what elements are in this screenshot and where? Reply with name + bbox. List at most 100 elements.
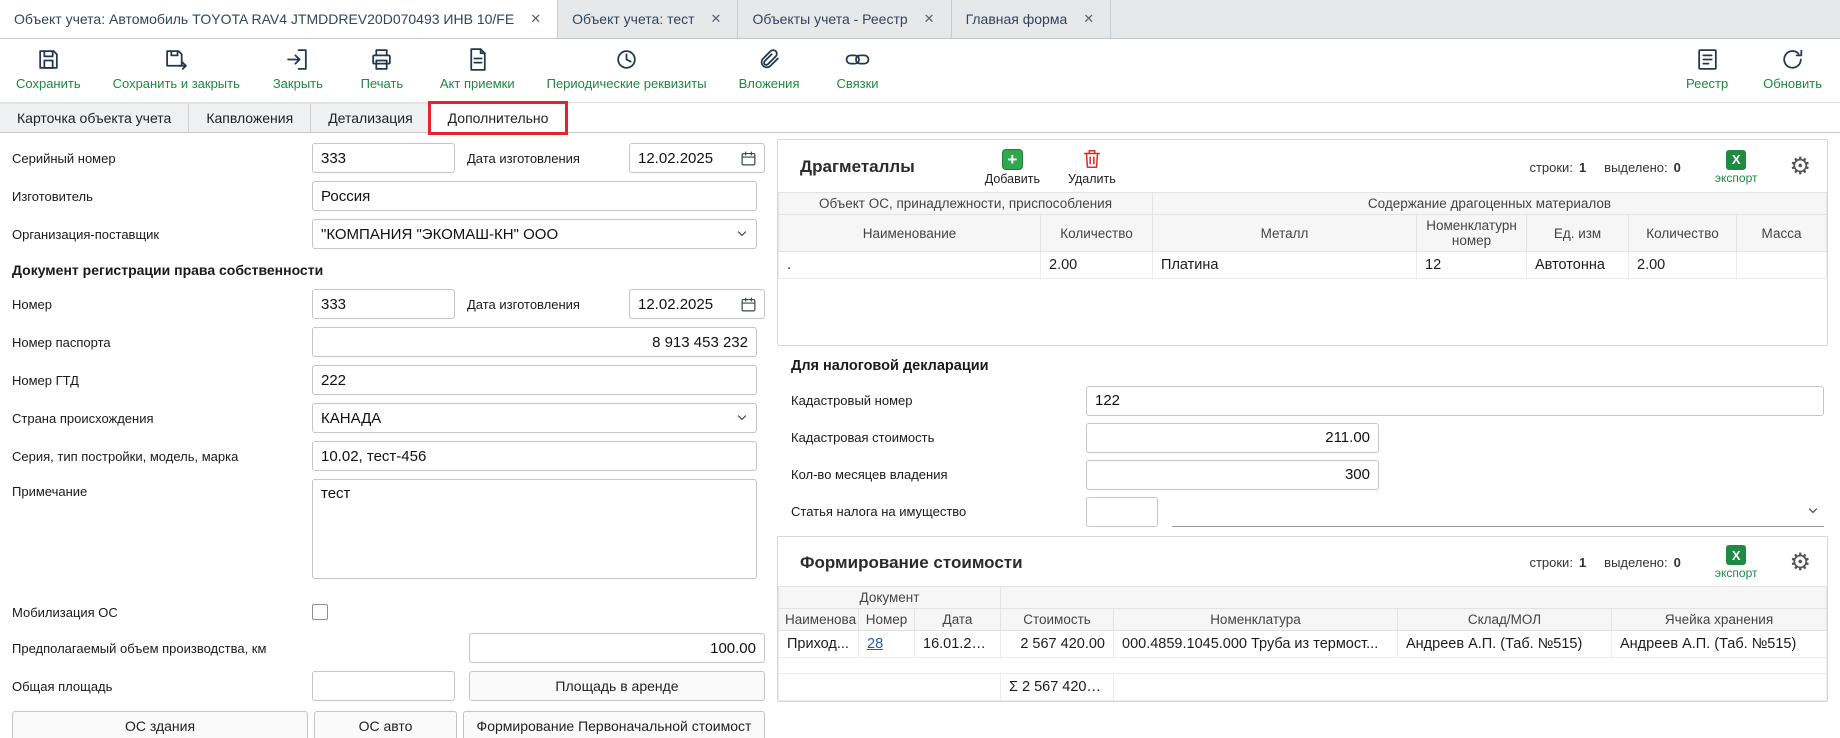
cell-doc-name[interactable]: Приход... xyxy=(779,631,859,658)
window-tab-registry[interactable]: Объекты учета - Реестр ✕ xyxy=(738,0,951,38)
cell-metal[interactable]: Платина xyxy=(1153,252,1417,279)
cell-nomenclature[interactable]: 000.4859.1045.000 Труба из термост... xyxy=(1114,631,1398,658)
tab-capex[interactable]: Капвложения xyxy=(189,103,311,132)
chevron-down-icon[interactable] xyxy=(735,411,749,425)
total-area-input[interactable] xyxy=(312,671,455,701)
col-header-name[interactable]: Наименование xyxy=(779,215,1041,252)
production-volume-input[interactable] xyxy=(469,633,765,663)
manufacturer-input[interactable] xyxy=(312,181,757,211)
property-tax-article-lookup[interactable] xyxy=(1172,497,1824,527)
grid-counts: строки: 1 выделено: 0 X экспорт ⚙ xyxy=(1529,545,1811,580)
periodic-details-button[interactable]: Периодические реквизиты xyxy=(547,46,707,91)
cadastral-number-row: Кадастровый номер xyxy=(791,382,1824,419)
col-header-qty2[interactable]: Количество xyxy=(1629,215,1737,252)
toolbar-right-group: Реестр Обновить xyxy=(1681,46,1822,91)
series-model-input[interactable] xyxy=(312,441,757,471)
origin-country-select[interactable]: КАНАДА xyxy=(312,403,757,433)
tab-detail[interactable]: Детализация xyxy=(311,103,430,132)
cell-qty[interactable]: 2.00 xyxy=(1041,252,1153,279)
add-label: Добавить xyxy=(985,172,1040,186)
export-excel-button[interactable]: X экспорт xyxy=(1715,545,1758,580)
gtd-number-input[interactable] xyxy=(312,365,757,395)
cell-qty2[interactable]: 2.00 xyxy=(1629,252,1737,279)
cell-nomenclature-number[interactable]: 12 xyxy=(1417,252,1527,279)
supplier-select[interactable]: "КОМПАНИЯ "ЭКОМАШ-КН" ООО xyxy=(312,219,757,249)
cell-mass[interactable] xyxy=(1737,252,1827,279)
col-header-unit[interactable]: Ед. изм xyxy=(1527,215,1629,252)
attachments-button[interactable]: Вложения xyxy=(739,46,800,91)
cell-unit[interactable]: Автотонна xyxy=(1527,252,1629,279)
initial-cost-formation-button[interactable]: Формирование Первоначальной стоимост xyxy=(463,711,765,738)
window-tab-main-form[interactable]: Главная форма ✕ xyxy=(952,0,1112,38)
os-buildings-button[interactable]: ОС здания xyxy=(12,711,308,738)
registry-button[interactable]: Реестр xyxy=(1681,46,1733,91)
grid-settings-gear-icon[interactable]: ⚙ xyxy=(1789,155,1811,179)
col-header-metal[interactable]: Металл xyxy=(1153,215,1417,252)
tax-declaration-title: Для налоговой декларации xyxy=(791,358,1824,374)
cell-doc-date[interactable]: 16.01.2025 xyxy=(915,631,1001,658)
close-button[interactable]: Закрыть xyxy=(272,46,324,91)
manufacture-date-input[interactable]: 12.02.2025 xyxy=(629,143,765,173)
col-header-nomenclature-number[interactable]: Номенклатурн номер xyxy=(1417,215,1527,252)
export-label: экспорт xyxy=(1715,566,1758,580)
grid-settings-gear-icon[interactable]: ⚙ xyxy=(1789,551,1811,575)
group-header-object: Объект ОС, принадлежности, приспособлени… xyxy=(779,193,1153,215)
cell-warehouse[interactable]: Андреев А.П. (Таб. №515) xyxy=(1398,631,1612,658)
print-button[interactable]: Печать xyxy=(356,46,408,91)
serial-number-input[interactable] xyxy=(312,143,455,173)
note-label: Примечание xyxy=(12,475,312,499)
paperclip-icon xyxy=(757,46,782,72)
passport-number-input[interactable] xyxy=(312,327,757,357)
tab-additional[interactable]: Дополнительно xyxy=(431,103,567,132)
add-row-button[interactable]: + Добавить xyxy=(985,149,1040,186)
window-tab-object-test[interactable]: Объект учета: тест ✕ xyxy=(558,0,738,38)
save-and-close-button[interactable]: Сохранить и закрыть xyxy=(113,46,240,91)
col-header-cost[interactable]: Стоимость xyxy=(1001,609,1114,631)
col-header-storage-cell[interactable]: Ячейка хранения xyxy=(1612,609,1827,631)
close-tab-icon[interactable]: ✕ xyxy=(709,11,724,27)
col-header-warehouse[interactable]: Склад/МОЛ xyxy=(1398,609,1612,631)
col-header-name[interactable]: Наименова xyxy=(779,609,859,631)
refresh-button[interactable]: Обновить xyxy=(1763,46,1822,91)
doc-number-input[interactable] xyxy=(312,289,455,319)
links-button[interactable]: Связки xyxy=(832,46,884,91)
col-header-number[interactable]: Номер xyxy=(859,609,915,631)
save-and-close-icon xyxy=(164,46,189,72)
col-header-nomenclature[interactable]: Номенклатура xyxy=(1114,609,1398,631)
close-tab-icon[interactable]: ✕ xyxy=(528,11,543,27)
delete-row-button[interactable]: Удалить xyxy=(1068,148,1116,186)
attachments-label: Вложения xyxy=(739,76,800,91)
cell-storage-cell[interactable]: Андреев А.П. (Таб. №515) xyxy=(1612,631,1827,658)
os-auto-label: ОС авто xyxy=(359,718,413,734)
property-tax-article-code-input[interactable] xyxy=(1086,497,1158,527)
chevron-down-icon[interactable] xyxy=(1806,504,1820,518)
col-header-qty[interactable]: Количество xyxy=(1041,215,1153,252)
cadastral-cost-input[interactable] xyxy=(1086,423,1379,453)
os-auto-button[interactable]: ОС авто xyxy=(314,711,457,738)
mobilization-checkbox[interactable] xyxy=(312,604,328,620)
close-tab-icon[interactable]: ✕ xyxy=(922,11,937,27)
table-row[interactable]: Приход... 28 16.01.2025 2 567 420.00 000… xyxy=(779,631,1827,658)
note-textarea[interactable]: тест xyxy=(312,479,757,579)
cell-cost[interactable]: 2 567 420.00 xyxy=(1001,631,1114,658)
close-tab-icon[interactable]: ✕ xyxy=(1081,11,1096,27)
export-excel-button[interactable]: X экспорт xyxy=(1715,150,1758,185)
calendar-icon[interactable] xyxy=(740,296,757,313)
col-header-mass[interactable]: Масса xyxy=(1737,215,1827,252)
document-number-link[interactable]: 28 xyxy=(867,636,883,652)
tab-object-card[interactable]: Карточка объекта учета xyxy=(0,103,189,132)
cell-doc-number[interactable]: 28 xyxy=(859,631,915,658)
col-header-date[interactable]: Дата xyxy=(915,609,1001,631)
save-button[interactable]: Сохранить xyxy=(16,46,81,91)
table-row[interactable]: . 2.00 Платина 12 Автотонна 2.00 xyxy=(779,252,1827,279)
window-tab-object-rav4[interactable]: Объект учета: Автомобиль TOYOTA RAV4 JTM… xyxy=(0,0,558,38)
doc-date-input[interactable]: 12.02.2025 xyxy=(629,289,765,319)
calendar-icon[interactable] xyxy=(740,150,757,167)
chevron-down-icon[interactable] xyxy=(735,227,749,241)
acceptance-act-button[interactable]: Акт приемки xyxy=(440,46,515,91)
supplier-value: "КОМПАНИЯ "ЭКОМАШ-КН" ООО xyxy=(321,226,558,243)
cadastral-number-input[interactable] xyxy=(1086,386,1824,416)
ownership-months-input[interactable] xyxy=(1086,460,1379,490)
cell-name[interactable]: . xyxy=(779,252,1041,279)
rent-area-button[interactable]: Площадь в аренде xyxy=(469,671,765,701)
